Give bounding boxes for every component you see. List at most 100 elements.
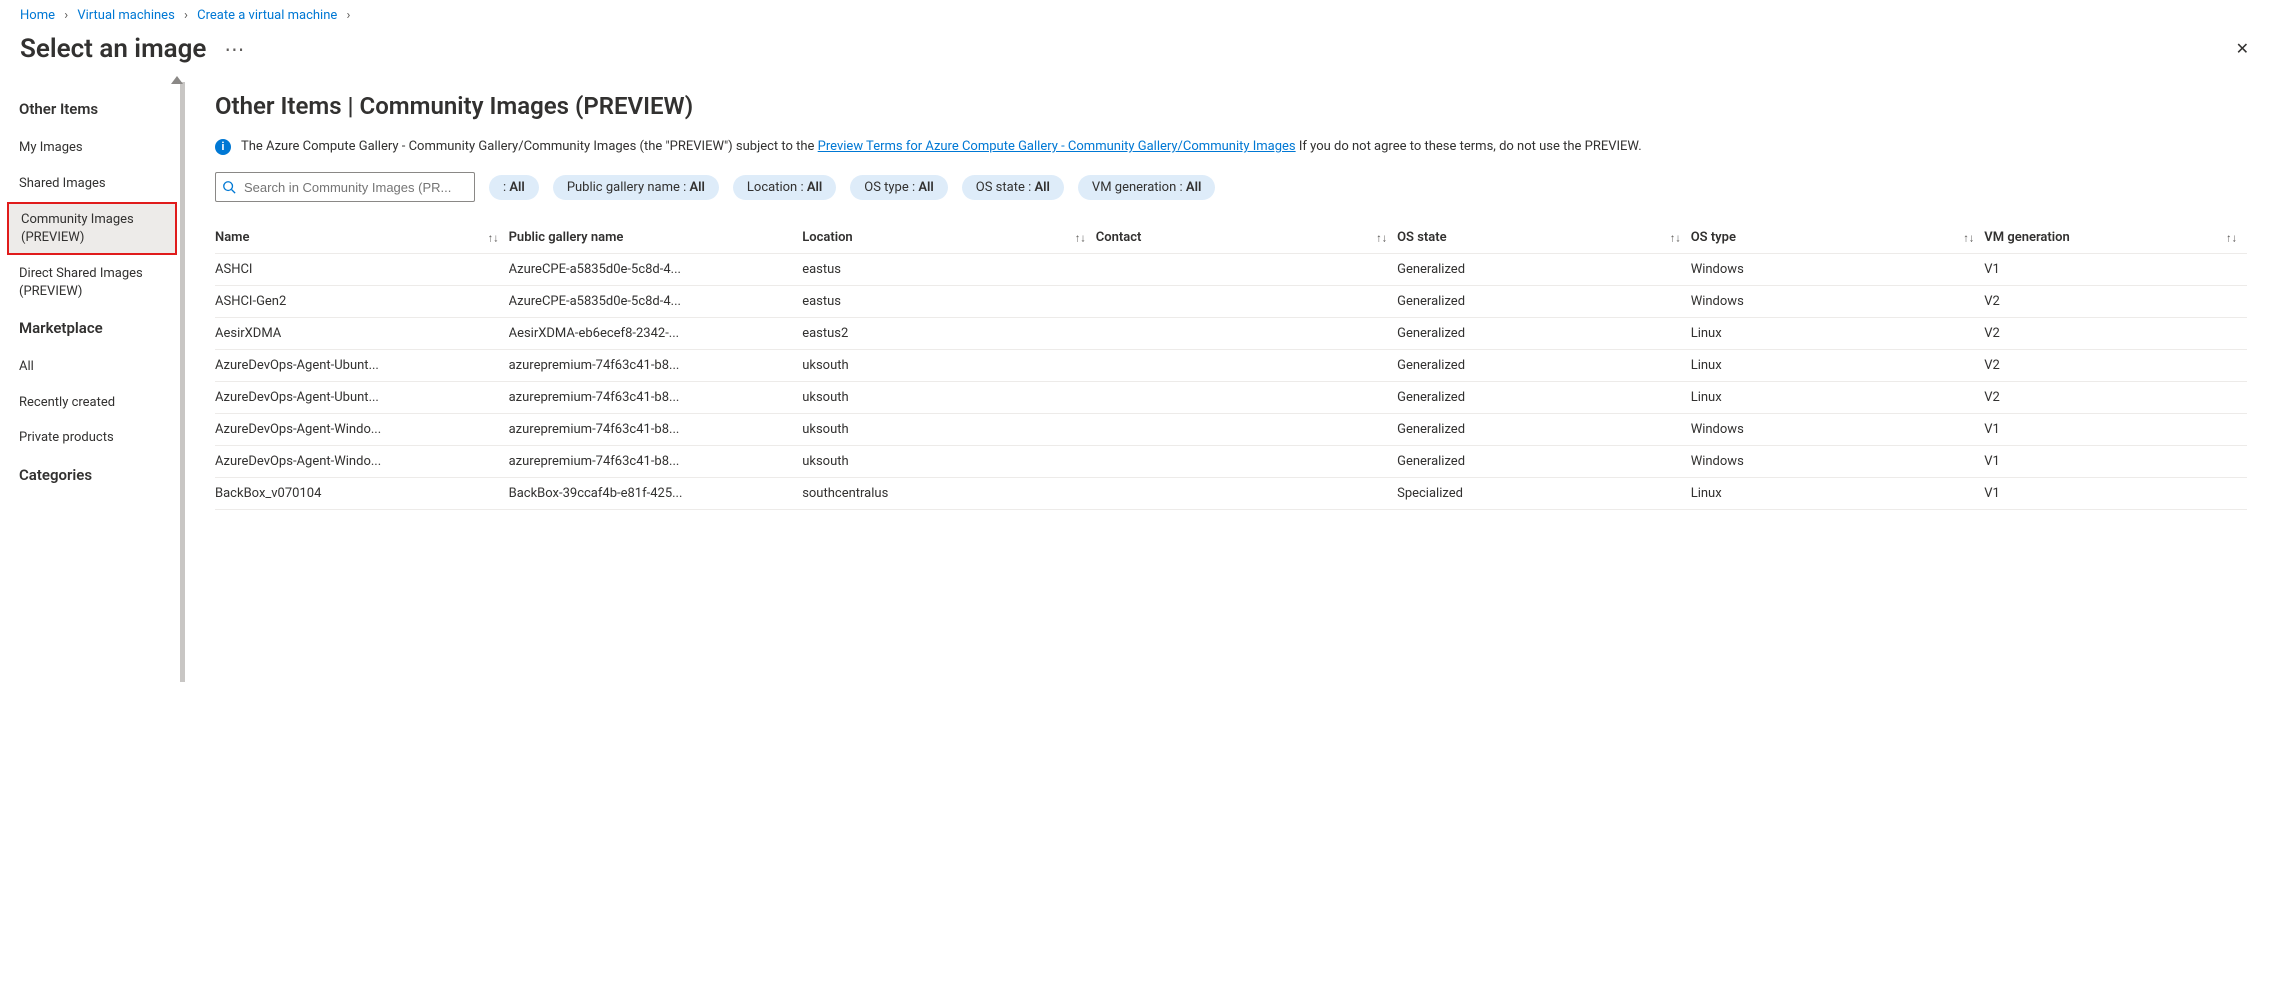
cell-location: eastus2: [802, 318, 1096, 350]
cell-name: AzureDevOps-Agent-Windo...: [215, 446, 509, 478]
breadcrumb-vms[interactable]: Virtual machines: [77, 8, 174, 23]
more-actions-button[interactable]: ⋯: [224, 37, 244, 61]
cell-ostype: Windows: [1691, 414, 1985, 446]
sidebar-group-categories: Categories: [5, 456, 180, 496]
search-input[interactable]: [215, 172, 475, 202]
chevron-right-icon: ›: [184, 8, 188, 23]
sidebar-item-my-images[interactable]: My Images: [5, 130, 180, 166]
table-row[interactable]: AesirXDMAAesirXDMA-eb6ecef8-2342-...east…: [215, 318, 2247, 350]
sidebar-item-direct-shared-images[interactable]: Direct Shared Images (PREVIEW): [5, 256, 180, 309]
cell-vmgen: V2: [1984, 382, 2247, 414]
cell-ostype: Linux: [1691, 478, 1985, 510]
filter-os-type[interactable]: OS type : All: [850, 175, 948, 200]
filter-location[interactable]: Location : All: [733, 175, 836, 200]
table-row[interactable]: AzureDevOps-Agent-Windo...azurepremium-7…: [215, 414, 2247, 446]
col-header-vmgen[interactable]: VM generation↑↓: [1984, 222, 2247, 254]
cell-vmgen: V1: [1984, 446, 2247, 478]
breadcrumb-home[interactable]: Home: [20, 8, 55, 23]
filter-os-state[interactable]: OS state : All: [962, 175, 1064, 200]
content-pane: Other Items | Community Images (PREVIEW)…: [185, 82, 2277, 682]
col-header-ostype[interactable]: OS type↑↓: [1691, 222, 1985, 254]
sidebar-item-shared-images[interactable]: Shared Images: [5, 166, 180, 202]
close-icon[interactable]: ✕: [2228, 33, 2257, 64]
sort-icon: ↑↓: [488, 231, 499, 244]
cell-gallery: azurepremium-74f63c41-b8...: [509, 414, 803, 446]
cell-gallery: azurepremium-74f63c41-b8...: [509, 446, 803, 478]
cell-contact: [1096, 446, 1397, 478]
cell-name: AzureDevOps-Agent-Windo...: [215, 414, 509, 446]
preview-terms-link[interactable]: Preview Terms for Azure Compute Gallery …: [818, 139, 1296, 154]
cell-contact: [1096, 254, 1397, 286]
cell-ostype: Linux: [1691, 382, 1985, 414]
cell-vmgen: V1: [1984, 478, 2247, 510]
cell-location: eastus: [802, 286, 1096, 318]
cell-contact: [1096, 318, 1397, 350]
info-icon: i: [215, 139, 231, 155]
cell-osstate: Generalized: [1397, 382, 1691, 414]
table-row[interactable]: ASHCI-Gen2AzureCPE-a5835d0e-5c8d-4...eas…: [215, 286, 2247, 318]
cell-name: ASHCI: [215, 254, 509, 286]
sort-icon: ↑↓: [1075, 231, 1086, 244]
filter-all[interactable]: : All: [489, 175, 539, 200]
cell-name: ASHCI-Gen2: [215, 286, 509, 318]
sort-icon: ↑↓: [1376, 231, 1387, 244]
scroll-up-icon[interactable]: [171, 76, 183, 84]
cell-osstate: Generalized: [1397, 446, 1691, 478]
col-header-gallery[interactable]: Public gallery name: [509, 222, 803, 254]
sidebar: Other Items My Images Shared Images Comm…: [0, 82, 185, 682]
cell-name: BackBox_v070104: [215, 478, 509, 510]
cell-osstate: Generalized: [1397, 414, 1691, 446]
cell-vmgen: V2: [1984, 318, 2247, 350]
col-header-location[interactable]: Location↑↓: [802, 222, 1096, 254]
sort-icon: ↑↓: [1963, 231, 1974, 244]
filter-vm-generation[interactable]: VM generation : All: [1078, 175, 1215, 200]
cell-gallery: azurepremium-74f63c41-b8...: [509, 350, 803, 382]
page-title: Select an image: [20, 34, 206, 64]
cell-vmgen: V2: [1984, 286, 2247, 318]
cell-name: AzureDevOps-Agent-Ubunt...: [215, 382, 509, 414]
cell-contact: [1096, 414, 1397, 446]
table-row[interactable]: AzureDevOps-Agent-Ubunt...azurepremium-7…: [215, 350, 2247, 382]
cell-contact: [1096, 286, 1397, 318]
chevron-right-icon: ›: [347, 8, 351, 23]
cell-gallery: BackBox-39ccaf4b-e81f-425...: [509, 478, 803, 510]
cell-gallery: azurepremium-74f63c41-b8...: [509, 382, 803, 414]
info-text: The Azure Compute Gallery - Community Ga…: [241, 138, 1642, 156]
cell-ostype: Windows: [1691, 286, 1985, 318]
sort-icon: ↑↓: [1670, 231, 1681, 244]
cell-gallery: AzureCPE-a5835d0e-5c8d-4...: [509, 286, 803, 318]
cell-location: uksouth: [802, 350, 1096, 382]
search-icon: [222, 180, 236, 194]
sidebar-item-private-products[interactable]: Private products: [5, 420, 180, 456]
info-banner: i The Azure Compute Gallery - Community …: [215, 138, 2247, 156]
table-row[interactable]: ASHCIAzureCPE-a5835d0e-5c8d-4...eastusGe…: [215, 254, 2247, 286]
table-row[interactable]: AzureDevOps-Agent-Windo...azurepremium-7…: [215, 446, 2247, 478]
cell-vmgen: V1: [1984, 254, 2247, 286]
col-header-contact[interactable]: Contact↑↓: [1096, 222, 1397, 254]
cell-vmgen: V2: [1984, 350, 2247, 382]
cell-contact: [1096, 382, 1397, 414]
sort-icon: ↑↓: [2226, 231, 2237, 244]
cell-osstate: Generalized: [1397, 254, 1691, 286]
sidebar-item-recently-created[interactable]: Recently created: [5, 385, 180, 421]
cell-ostype: Linux: [1691, 350, 1985, 382]
table-header-row: Name↑↓ Public gallery name Location↑↓ Co…: [215, 222, 2247, 254]
cell-location: eastus: [802, 254, 1096, 286]
table-row[interactable]: AzureDevOps-Agent-Ubunt...azurepremium-7…: [215, 382, 2247, 414]
table-row[interactable]: BackBox_v070104BackBox-39ccaf4b-e81f-425…: [215, 478, 2247, 510]
cell-contact: [1096, 478, 1397, 510]
col-header-name[interactable]: Name↑↓: [215, 222, 509, 254]
sidebar-item-community-images[interactable]: Community Images (PREVIEW): [7, 202, 177, 255]
cell-vmgen: V1: [1984, 414, 2247, 446]
cell-osstate: Specialized: [1397, 478, 1691, 510]
chevron-right-icon: ›: [64, 8, 68, 23]
col-header-osstate[interactable]: OS state↑↓: [1397, 222, 1691, 254]
filter-public-gallery-name[interactable]: Public gallery name : All: [553, 175, 719, 200]
breadcrumb-create-vm[interactable]: Create a virtual machine: [197, 8, 337, 23]
cell-ostype: Windows: [1691, 446, 1985, 478]
cell-contact: [1096, 350, 1397, 382]
cell-osstate: Generalized: [1397, 286, 1691, 318]
content-heading: Other Items | Community Images (PREVIEW): [215, 92, 2247, 120]
sidebar-item-all[interactable]: All: [5, 349, 180, 385]
cell-gallery: AesirXDMA-eb6ecef8-2342-...: [509, 318, 803, 350]
